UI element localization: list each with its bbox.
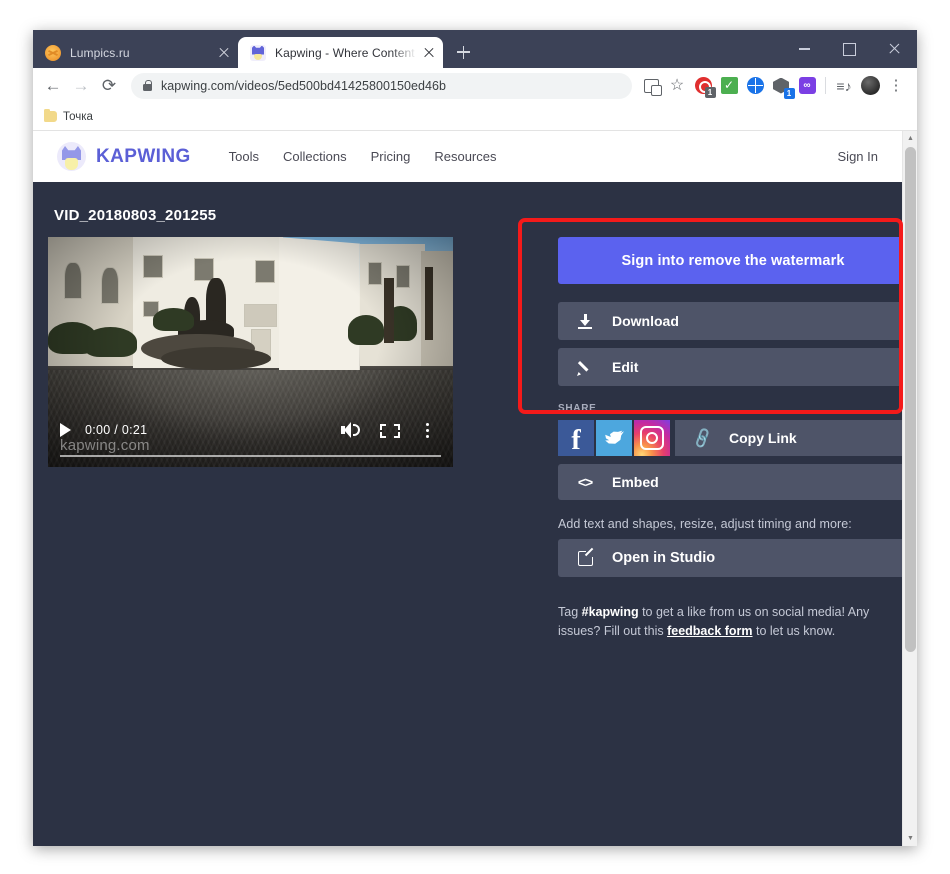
video-progress-bar[interactable] (60, 454, 441, 457)
volume-icon[interactable] (339, 419, 365, 441)
browser-toolbar: ← → ⟳ kapwing.com/videos/5ed500bd4142580… (33, 68, 917, 103)
share-row: 🔗 Copy Link (558, 420, 902, 456)
footnote-post: to let us know. (752, 624, 836, 639)
video-player[interactable]: 0:00 / 0:21 kapwing.com (48, 237, 453, 467)
nav-item-resources[interactable]: Resources (434, 149, 496, 164)
edit-label: Edit (612, 359, 639, 375)
copy-link-button[interactable]: 🔗 Copy Link (675, 420, 902, 456)
tab-kapwing[interactable]: Kapwing - Where Content Creati (238, 37, 443, 68)
address-bar-url: kapwing.com/videos/5ed500bd41425800150ed… (161, 78, 447, 93)
profile-avatar-icon[interactable] (857, 73, 883, 99)
tab-title: Lumpics.ru (70, 45, 130, 60)
window-controls (782, 30, 917, 68)
bookmark-star-icon[interactable]: ☆ (664, 73, 690, 99)
tab-close-icon[interactable] (216, 45, 232, 61)
page-body: VID_20180803_201255 0:00 / 0:21 kapwing.… (33, 182, 902, 638)
tab-close-icon[interactable] (421, 45, 437, 61)
browser-window: Lumpics.ru Kapwing - Where Content Creat… (33, 30, 917, 846)
box-extension-icon[interactable]: 1 (768, 73, 795, 99)
translate-icon[interactable] (638, 73, 664, 99)
page-scrollbar[interactable]: ▲ ▼ (902, 131, 917, 846)
tab-title: Kapwing - Where Content Creati (275, 45, 417, 60)
actions-panel: Sign in to remove the watermark Download… (558, 237, 902, 642)
bookmark-tochka[interactable]: Точка (42, 109, 99, 125)
bookmarks-bar: Точка (33, 103, 917, 131)
globe-extension-icon[interactable] (742, 73, 768, 99)
page-viewport: KAPWING Tools Collections Pricing Resour… (33, 131, 917, 846)
footnote-text: Tag #kapwing to get a like from us on so… (558, 603, 902, 642)
nav-item-tools[interactable]: Tools (229, 149, 259, 164)
embed-label: Embed (612, 474, 659, 490)
close-window-button[interactable] (872, 30, 917, 68)
sign-in-link[interactable]: Sign In (838, 149, 878, 164)
minimize-button[interactable] (782, 30, 827, 68)
embed-button[interactable]: <> Embed (558, 464, 902, 500)
facebook-share-icon[interactable] (558, 420, 594, 456)
scroll-down-arrow-icon[interactable]: ▼ (903, 831, 917, 846)
tab-strip: Lumpics.ru Kapwing - Where Content Creat… (33, 30, 917, 68)
scroll-up-arrow-icon[interactable]: ▲ (903, 131, 917, 146)
folder-icon (44, 109, 57, 122)
video-controls: 0:00 / 0:21 kapwing.com (48, 411, 453, 467)
video-time-display: 0:00 / 0:21 (85, 423, 148, 437)
kapwing-page: KAPWING Tools Collections Pricing Resour… (33, 131, 902, 846)
pencil-icon (558, 348, 612, 386)
download-icon (558, 302, 612, 340)
back-button[interactable]: ← (39, 72, 67, 100)
play-icon[interactable] (60, 423, 71, 437)
checkmark-extension-icon[interactable]: ✓ (716, 73, 742, 99)
download-button[interactable]: Download (558, 302, 902, 340)
studio-hint-text: Add text and shapes, resize, adjust timi… (558, 517, 852, 531)
nav-item-collections[interactable]: Collections (283, 149, 347, 164)
logo-text: KAPWING (96, 145, 191, 167)
maximize-button[interactable] (827, 30, 872, 68)
footnote-pre: Tag (558, 605, 582, 619)
lock-icon (143, 80, 152, 91)
fullscreen-icon[interactable] (377, 419, 403, 441)
lumpics-favicon-icon (45, 44, 61, 61)
kapwing-favicon-icon (250, 44, 266, 61)
nav-item-pricing[interactable]: Pricing (371, 149, 411, 164)
address-bar[interactable]: kapwing.com/videos/5ed500bd41425800150ed… (131, 72, 632, 99)
instagram-share-icon[interactable] (634, 420, 670, 456)
feedback-form-link[interactable]: feedback form (667, 624, 752, 638)
share-section-label: SHARE (558, 403, 597, 414)
scrollbar-thumb[interactable] (905, 147, 916, 652)
kapwing-cat-icon (57, 142, 86, 171)
sign-in-remove-watermark-button[interactable]: Sign in to remove the watermark (558, 237, 902, 284)
signin-strong-text: Sign in (621, 252, 671, 269)
copy-link-label: Copy Link (729, 430, 797, 446)
kapwing-logo[interactable]: KAPWING (57, 142, 191, 171)
new-tab-button[interactable] (449, 38, 477, 66)
purple-extension-icon[interactable]: ∞ (794, 73, 820, 99)
bookmark-label: Точка (63, 110, 93, 123)
forward-button[interactable]: → (67, 72, 95, 100)
twitter-share-icon[interactable] (596, 420, 632, 456)
footnote-tag: #kapwing (581, 605, 639, 619)
open-studio-label: Open in Studio (612, 550, 716, 566)
tab-lumpics[interactable]: Lumpics.ru (33, 37, 238, 68)
reload-button[interactable]: ⟳ (95, 72, 123, 100)
site-nav: Tools Collections Pricing Resources (229, 149, 497, 164)
open-in-studio-button[interactable]: Open in Studio (558, 539, 902, 577)
edit-button[interactable]: Edit (558, 348, 902, 386)
chrome-menu-icon[interactable]: ⋮ (883, 73, 909, 99)
download-label: Download (612, 313, 679, 329)
signin-rest-text: to remove the watermark (670, 252, 845, 269)
video-watermark: kapwing.com (60, 437, 150, 454)
video-title: VID_20180803_201255 (54, 207, 217, 224)
site-header: KAPWING Tools Collections Pricing Resour… (33, 131, 902, 182)
reading-list-icon[interactable]: ≡♪ (831, 73, 857, 99)
video-more-icon[interactable] (415, 419, 441, 441)
external-link-icon (558, 539, 612, 577)
toolbar-divider (825, 77, 826, 94)
code-brackets-icon: <> (577, 474, 593, 490)
link-icon: 🔗 (690, 426, 715, 451)
adblock-icon[interactable]: 1 (690, 73, 716, 99)
